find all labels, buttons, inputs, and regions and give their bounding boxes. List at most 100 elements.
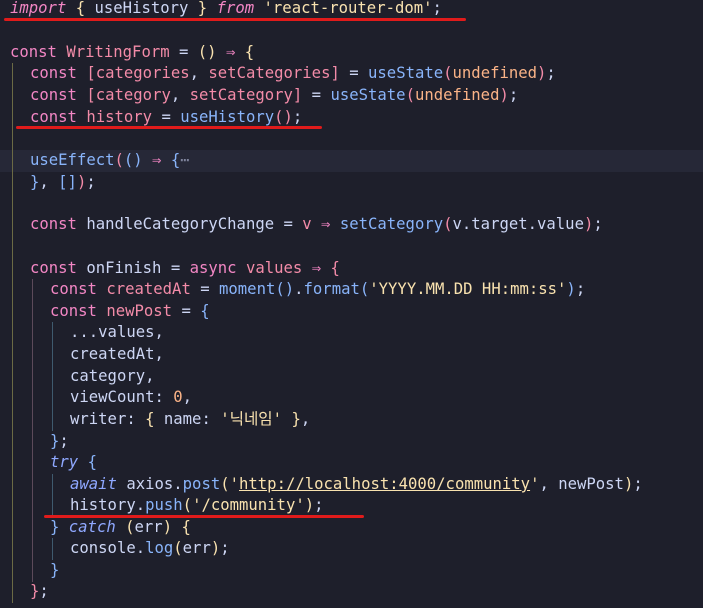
code-token: ⇒ <box>311 215 340 233</box>
code-token: console. <box>70 539 146 557</box>
code-token: const <box>50 280 97 298</box>
code-line[interactable]: category, <box>0 366 703 388</box>
indent-guide <box>32 279 33 301</box>
code-token: . <box>294 280 304 298</box>
code-token: ( <box>443 64 453 82</box>
code-text: createdAt, <box>70 344 164 366</box>
code-text: ...values, <box>70 322 164 344</box>
code-token: handleCategoryChange <box>86 215 275 233</box>
indent-guide <box>52 409 53 431</box>
code-token: { <box>244 43 255 61</box>
code-token: } <box>197 0 208 17</box>
code-token: ) <box>566 280 576 298</box>
code-token: useHistory <box>85 0 198 17</box>
code-line[interactable]: }, []); <box>0 172 703 194</box>
code-token: , <box>39 173 59 191</box>
code-text: const newPost = { <box>50 301 210 323</box>
code-line[interactable]: const newPost = { <box>0 301 703 323</box>
code-line[interactable]: const createdAt = moment().format('YYYY.… <box>0 279 703 301</box>
annotation-underline <box>16 126 322 129</box>
code-token: () <box>275 280 295 298</box>
code-token: ; <box>59 432 69 450</box>
code-text: useEffect(() ⇒ {⋯ <box>30 150 190 172</box>
code-token: ( <box>173 539 183 557</box>
code-token: = <box>302 86 331 104</box>
code-line[interactable]: viewCount: 0, <box>0 387 703 409</box>
code-token: { <box>170 151 181 169</box>
code-token: , <box>170 86 190 104</box>
code-token: const <box>30 259 77 277</box>
code-line[interactable]: history.push('/community'); <box>0 495 703 517</box>
indent-guide <box>32 344 33 366</box>
code-token: WritingForm <box>66 43 170 61</box>
code-token: from <box>216 0 255 17</box>
code-token: , <box>300 410 311 428</box>
indent-guide <box>32 495 33 517</box>
annotation-underline <box>44 515 364 518</box>
code-line[interactable] <box>0 20 703 42</box>
code-line[interactable]: import { useHistory } from 'react-router… <box>0 0 703 20</box>
code-token: useHistory <box>180 108 275 126</box>
code-token: } <box>50 518 60 536</box>
indent-guide <box>12 107 13 129</box>
code-line[interactable]: try { <box>0 452 703 474</box>
code-text: }; <box>50 431 69 453</box>
code-token: { <box>330 259 340 277</box>
code-token: ( <box>220 475 230 493</box>
indent-guide <box>32 322 33 344</box>
code-token: err <box>182 539 211 557</box>
code-line[interactable] <box>0 193 703 215</box>
indent-guide <box>12 344 13 366</box>
code-line[interactable]: writer: { name: '닉네임' }, <box>0 409 703 431</box>
code-text: const WritingForm = () ⇒ { <box>10 42 254 64</box>
code-line[interactable]: const onFinish = async values ⇒ { <box>0 258 703 280</box>
code-line[interactable]: }; <box>0 431 703 453</box>
code-line[interactable]: useEffect(() ⇒ {⋯ <box>0 150 703 172</box>
code-token: history <box>70 496 136 514</box>
indent-guide <box>12 474 13 496</box>
code-line[interactable]: const WritingForm = () ⇒ { <box>0 42 703 64</box>
code-line[interactable]: }; <box>0 581 703 603</box>
code-line[interactable]: ...values, <box>0 322 703 344</box>
code-token: , <box>182 388 193 406</box>
code-line[interactable]: const handleCategoryChange = v ⇒ setCate… <box>0 214 703 236</box>
indent-guide <box>12 495 13 517</box>
code-line[interactable]: } <box>0 560 703 582</box>
code-line[interactable]: await axios.post('http://localhost:4000/… <box>0 474 703 496</box>
code-token: { <box>87 453 97 471</box>
code-token: () <box>123 151 143 169</box>
code-line[interactable]: createdAt, <box>0 344 703 366</box>
code-token: ( <box>443 215 453 233</box>
code-token: const <box>30 108 77 126</box>
indent-guide <box>52 344 53 366</box>
code-token: { <box>181 518 191 536</box>
code-line[interactable]: const [category, setCategory] = useState… <box>0 85 703 107</box>
indent-guide <box>32 366 33 388</box>
code-token: ) <box>162 518 173 536</box>
code-token: viewCount: <box>70 388 174 406</box>
code-text: history.push('/community'); <box>70 495 324 517</box>
code-editor[interactable]: import { useHistory } from 'react-router… <box>0 0 703 608</box>
code-token: () <box>274 108 293 126</box>
code-token: { <box>145 410 155 428</box>
annotation-underline <box>4 18 466 21</box>
indent-guide <box>32 301 33 323</box>
code-token: ⇒ <box>302 259 331 277</box>
code-line[interactable]: } catch (err) { <box>0 517 703 539</box>
indent-guide <box>12 431 13 453</box>
code-token: ] <box>330 64 340 82</box>
indent-guide <box>12 387 13 409</box>
code-line[interactable] <box>0 129 703 151</box>
indent-guide <box>32 452 33 474</box>
code-line[interactable] <box>0 236 703 258</box>
code-line[interactable]: const [categories, setCategories] = useS… <box>0 63 703 85</box>
code-token: undefined <box>414 86 500 104</box>
code-line[interactable]: console.log(err); <box>0 538 703 560</box>
